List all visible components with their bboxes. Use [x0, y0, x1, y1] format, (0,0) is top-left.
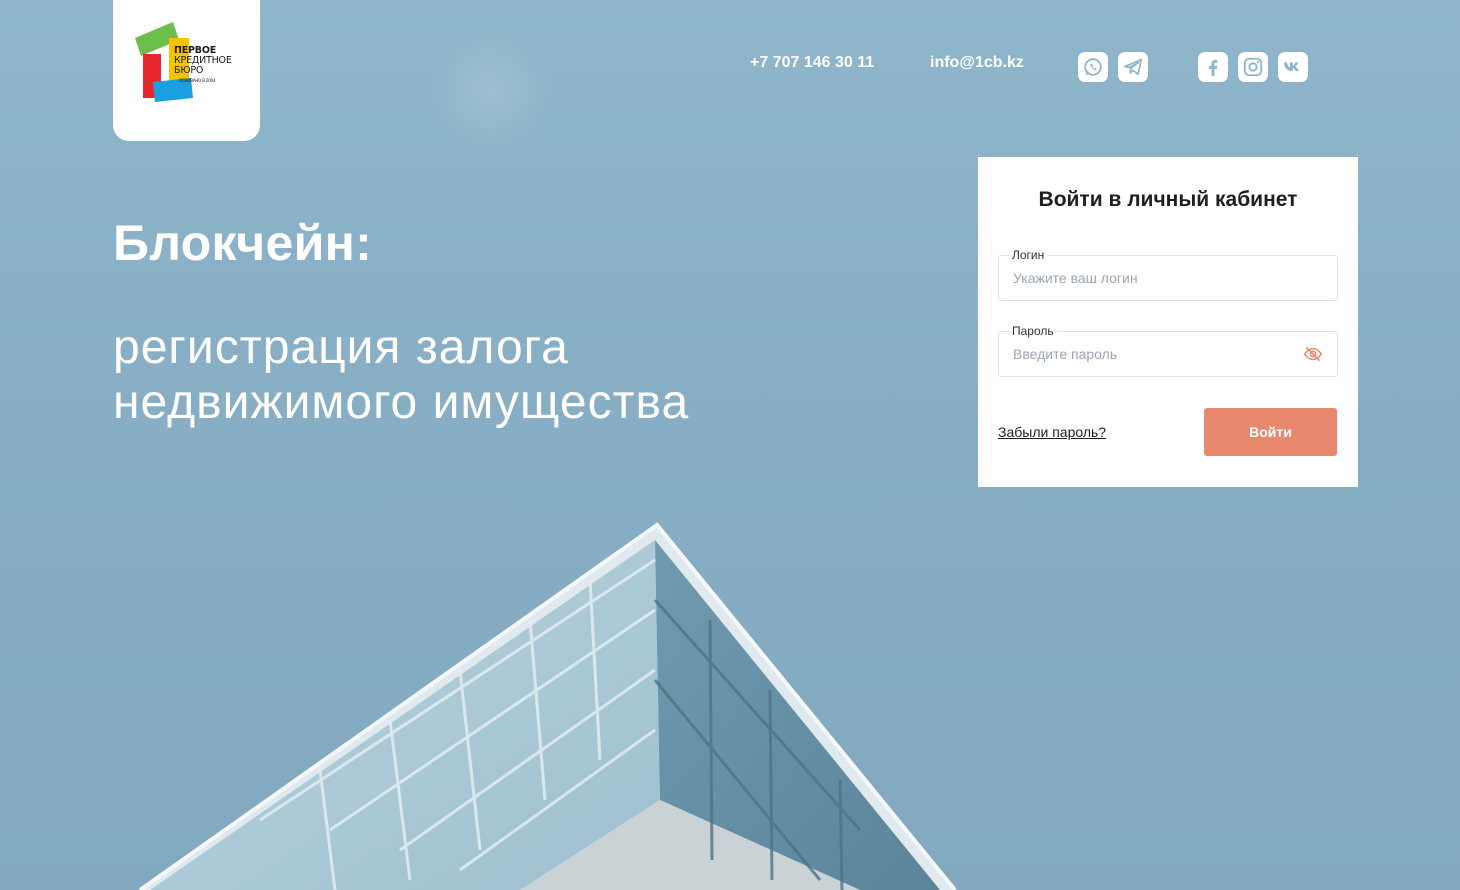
vk-button[interactable]: [1278, 52, 1308, 82]
password-field: Пароль: [998, 324, 1338, 377]
login-title: Войти в личный кабинет: [1038, 188, 1298, 211]
instagram-icon: [1243, 57, 1263, 77]
login-input[interactable]: [1013, 256, 1293, 300]
login-card: Войти в личный кабинет Логин Пароль Забы…: [978, 157, 1358, 487]
whatsapp-icon: [1084, 58, 1102, 76]
hero-subtitle-line1: регистрация залога: [113, 321, 569, 374]
whatsapp-button[interactable]: [1078, 52, 1108, 82]
hide-password-icon[interactable]: [1303, 345, 1323, 363]
logo-text-founded: ОСНОВАНО В 2004: [179, 78, 216, 83]
vk-icon: [1283, 62, 1299, 72]
telegram-icon: [1123, 58, 1143, 76]
telegram-button[interactable]: [1118, 52, 1148, 82]
logo-text-line3: БЮРО: [174, 65, 204, 76]
forgot-password-link[interactable]: Забыли пароль?: [998, 424, 1106, 440]
email-link[interactable]: info@1cb.kz: [930, 54, 1024, 72]
instagram-button[interactable]: [1238, 52, 1268, 82]
login-field: Логин: [998, 248, 1338, 301]
login-submit-button[interactable]: Войти: [1204, 408, 1337, 456]
hero-subtitle-line2: недвижимого имущества: [113, 376, 690, 429]
password-input[interactable]: [1013, 332, 1293, 376]
company-logo[interactable]: ПЕРВОЕ КРЕДИТНОЕ БЮРО ОСНОВАНО В 2004: [113, 0, 260, 141]
hero-subtitle: регистрация залога недвижимого имущества: [113, 320, 813, 430]
facebook-button[interactable]: [1198, 52, 1228, 82]
phone-link[interactable]: +7 707 146 30 11: [750, 54, 874, 72]
hero-title: Блокчейн:: [113, 215, 373, 271]
facebook-icon: [1209, 60, 1218, 77]
